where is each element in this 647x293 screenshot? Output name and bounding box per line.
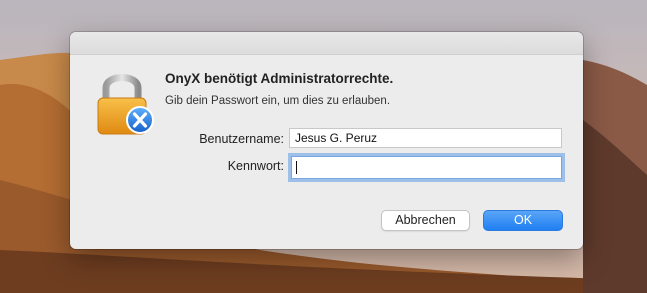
- text-caret: [296, 161, 297, 174]
- ok-button[interactable]: OK: [483, 210, 563, 231]
- password-label: Kennwort:: [227, 159, 284, 173]
- dialog-topbar: [70, 32, 583, 55]
- dialog-message: Gib dein Passwort ein, um dies zu erlaub…: [165, 95, 391, 107]
- cancel-button[interactable]: Abbrechen: [381, 210, 470, 231]
- padlock-with-onyx-badge-icon: [97, 74, 154, 135]
- username-field[interactable]: Jesus G. Peruz: [289, 128, 562, 148]
- username-label: Benutzername:: [199, 132, 284, 146]
- auth-dialog: OnyX benötigt Administratorrechte. Gib d…: [70, 32, 583, 249]
- dialog-title: OnyX benötigt Administratorrechte.: [165, 71, 394, 86]
- password-field[interactable]: [291, 156, 562, 179]
